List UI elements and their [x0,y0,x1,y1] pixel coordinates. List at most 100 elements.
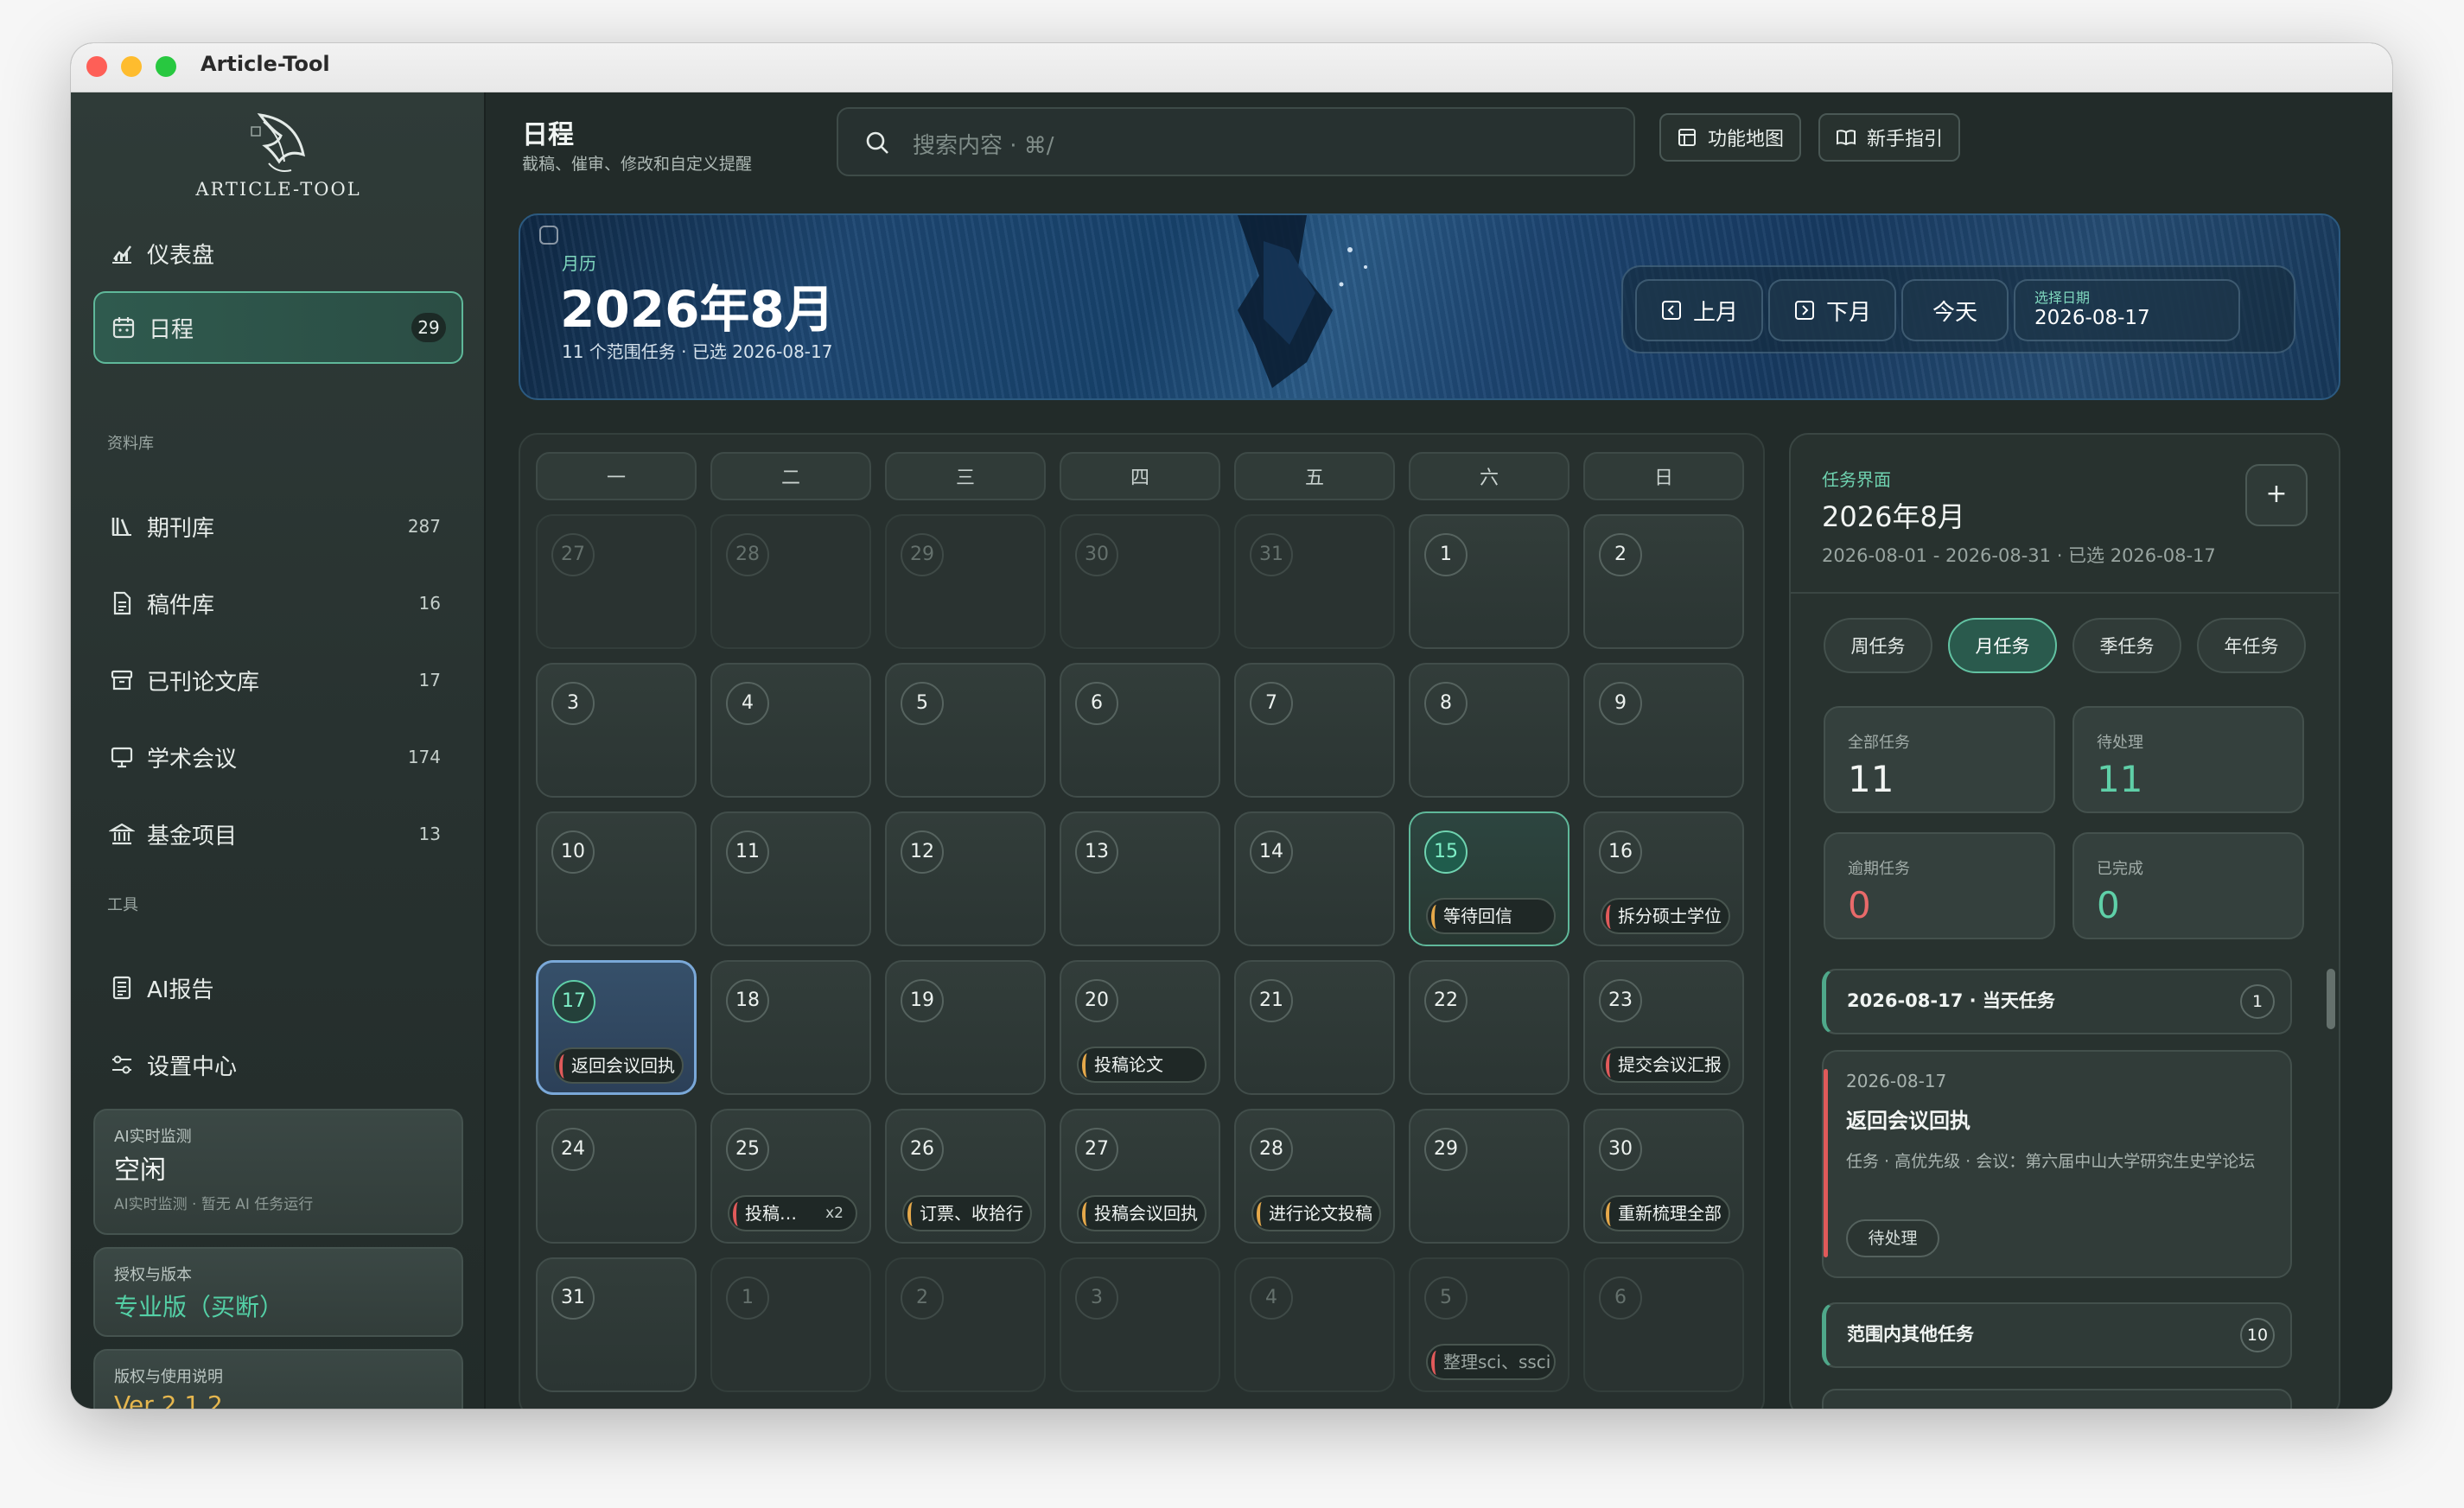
nav-conferences[interactable]: 学术会议 174 [93,721,463,793]
calendar-day-cell[interactable]: 23 提交会议汇报 [1583,960,1744,1095]
calendar-day-cell[interactable]: 24 [536,1109,697,1244]
calendar-day-cell[interactable]: 22 [1409,960,1569,1095]
calendar-day-cell[interactable]: 6 [1060,663,1220,798]
calendar-day-cell[interactable]: 10 [536,811,697,946]
calendar-day-cell[interactable]: 30 [1060,514,1220,649]
nav-funding[interactable]: 基金项目 13 [93,798,463,870]
day-number: 1 [726,1276,769,1320]
calendar-day-cell[interactable]: 31 [1234,514,1395,649]
day-number: 22 [1424,979,1468,1022]
day-number: 31 [551,1276,595,1320]
nav-journals[interactable]: 期刊库 287 [93,490,463,563]
other-task-group[interactable]: 范围内其他任务 10 [1822,1302,2292,1368]
task-status-badge[interactable]: 待处理 [1846,1219,1939,1257]
calendar-day-cell[interactable]: 5 整理sci、ssci [1409,1257,1569,1392]
task-chip[interactable]: 投稿论文 [1077,1047,1207,1083]
calendar-day-cell[interactable]: 30 重新梳理全部 [1583,1109,1744,1244]
tab-quarter[interactable]: 季任务 [2072,618,2181,673]
tab-week[interactable]: 周任务 [1824,618,1932,673]
today-task-group[interactable]: 2026-08-17 · 当天任务 1 [1822,969,2292,1034]
calendar-day-cell[interactable]: 20 投稿论文 [1060,960,1220,1095]
version-card[interactable]: 版权与使用说明 Ver 2.1.2 [93,1349,463,1409]
calendar-day-cell[interactable]: 6 [1583,1257,1744,1392]
task-chip[interactable]: 投稿… x2 [728,1195,857,1231]
task-chip[interactable]: 整理sci、ssci [1426,1344,1556,1380]
zoom-window-button[interactable] [156,56,176,77]
task-chip[interactable]: 重新梳理全部 [1601,1195,1730,1231]
expand-icon[interactable] [539,226,558,245]
calendar-day-cell[interactable]: 1 [1409,514,1569,649]
task-title: 返回会议回执 [1846,1109,1971,1133]
calendar-day-cell[interactable]: 15 等待回信 [1409,811,1569,946]
calendar-day-cell[interactable]: 8 [1409,663,1569,798]
task-chip[interactable]: 等待回信 [1426,898,1556,934]
task-chip[interactable]: 订票、收拾行 [902,1195,1032,1231]
task-panel-title: 2026年8月 [1822,500,1965,533]
calendar-day-cell[interactable]: 4 [1234,1257,1395,1392]
license-card[interactable]: 授权与版本 专业版（买断） [93,1247,463,1337]
nav-published-papers[interactable]: 已刊论文库 17 [93,644,463,716]
task-chip[interactable]: 提交会议汇报 [1601,1047,1730,1083]
next-month-button[interactable]: 下月 [1768,279,1896,341]
task-chip[interactable]: 返回会议回执 [554,1047,684,1084]
nav-schedule[interactable]: 日程 29 [93,291,463,364]
task-card[interactable]: 2026-08-17 返回会议回执 任务 · 高优先级 · 会议：第六届中山大学… [1822,1050,2292,1278]
calendar-day-cell[interactable]: 21 [1234,960,1395,1095]
tab-month[interactable]: 月任务 [1948,618,2057,673]
calendar-day-cell[interactable]: 16 拆分硕士学位 [1583,811,1744,946]
calendar-day-cell[interactable]: 25 投稿… x2 [710,1109,871,1244]
day-number: 19 [901,979,944,1022]
nav-dashboard[interactable]: 仪表盘 [93,217,463,290]
nav-manuscripts[interactable]: 稿件库 16 [93,567,463,639]
task-chip[interactable]: 进行论文投稿 [1251,1195,1381,1231]
minimize-window-button[interactable] [121,56,142,77]
calendar-day-cell[interactable]: 27 投稿会议回执 [1060,1109,1220,1244]
date-picker[interactable]: 选择日期 2026-08-17 [2014,279,2240,341]
search-input[interactable]: 搜索内容 · ⌘/ [837,107,1635,176]
calendar-day-cell[interactable]: 2 [885,1257,1046,1392]
calendar-day-cell[interactable]: 28 进行论文投稿 [1234,1109,1395,1244]
calendar-day-cell[interactable]: 13 [1060,811,1220,946]
calendar-day-cell[interactable]: 26 订票、收拾行 [885,1109,1046,1244]
calendar-day-cell[interactable]: 19 [885,960,1046,1095]
day-number: 5 [901,682,944,725]
calendar-day-cell[interactable]: 12 [885,811,1046,946]
calendar-day-cell[interactable]: 5 [885,663,1046,798]
calendar-day-cell[interactable]: 11 [710,811,871,946]
calendar-day-cell[interactable]: 4 [710,663,871,798]
calendar-day-cell[interactable]: 9 [1583,663,1744,798]
nav-settings[interactable]: 设置中心 [93,1028,463,1101]
calendar-day-cell[interactable]: 3 [1060,1257,1220,1392]
add-task-button[interactable]: + [2245,464,2308,526]
today-button[interactable]: 今天 [1901,279,2009,341]
calendar-day-cell[interactable]: 2 [1583,514,1744,649]
task-chip[interactable]: 拆分硕士学位 [1601,898,1730,934]
calendar-day-cell[interactable]: 17 返回会议回执 [536,960,697,1095]
calendar-day-cell[interactable]: 31 [536,1257,697,1392]
feature-map-button[interactable]: 功能地图 [1659,113,1802,162]
calendar-day-cell[interactable]: 14 [1234,811,1395,946]
calendar-day-cell[interactable]: 18 [710,960,871,1095]
stat-overdue-label: 逾期任务 [1848,860,1910,878]
stat-overdue-value: 0 [1848,884,1871,926]
calendar-day-cell[interactable]: 1 [710,1257,871,1392]
calendar-day-cell[interactable]: 3 [536,663,697,798]
guide-button[interactable]: 新手指引 [1818,113,1961,162]
panel-scrollbar[interactable] [2327,969,2335,1029]
calendar-day-cell[interactable]: 7 [1234,663,1395,798]
calendar-day-cell[interactable]: 29 [1409,1109,1569,1244]
calendar-day-cell[interactable]: 29 [885,514,1046,649]
stat-pending-tasks: 待处理 11 [2072,706,2304,813]
calendar-day-cell[interactable]: 27 [536,514,697,649]
ai-monitor-card[interactable]: AI实时监测 空闲 AI实时监测 · 暂无 AI 任务运行 [93,1109,463,1235]
prev-month-button[interactable]: 上月 [1635,279,1763,341]
calendar-day-cell[interactable]: 28 [710,514,871,649]
task-chip[interactable]: 投稿会议回执 [1077,1195,1207,1231]
tab-year[interactable]: 年任务 [2197,618,2306,673]
title-bar: Article-Tool [71,43,2392,92]
close-window-button[interactable] [86,56,107,77]
nav-ai-report[interactable]: AI报告 [93,951,463,1024]
library-section-heading: 资料库 [107,435,154,453]
nav-conferences-count: 174 [407,747,441,767]
day-number: 30 [1599,1128,1642,1171]
